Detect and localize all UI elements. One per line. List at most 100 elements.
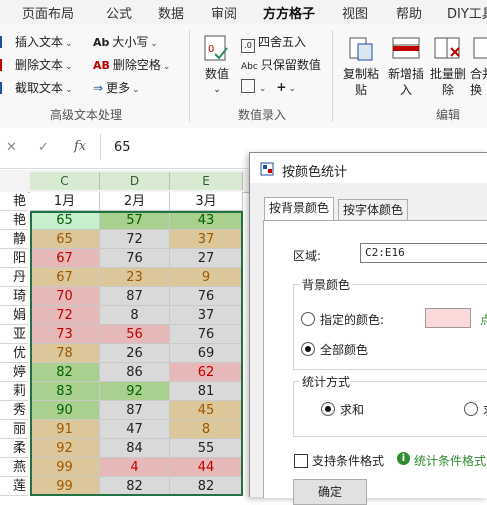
tab-page-layout[interactable]: 页面布局 (22, 3, 74, 22)
tab-formulas[interactable]: 公式 (106, 3, 132, 22)
cell-c-11[interactable]: 83 (30, 382, 100, 401)
support-cf-checkbox[interactable] (294, 454, 308, 468)
plus-icon[interactable]: + (276, 80, 286, 94)
cell-c-15[interactable]: 99 (30, 458, 100, 477)
tab-help[interactable]: 帮助 (396, 3, 422, 22)
cell-d-14[interactable]: 84 (100, 439, 170, 458)
insert-text-button[interactable]: 插入文本 ⌄ (0, 33, 73, 50)
row-name-cell[interactable]: 燕 (0, 458, 28, 477)
keep-value-button[interactable]: Abc 只保留数值 (241, 56, 321, 73)
more-button[interactable]: ⇒ 更多 ⌄ (93, 79, 140, 96)
formula-input[interactable]: 65 (114, 140, 131, 155)
ok-button[interactable]: 确定 (293, 479, 367, 505)
cell-d-7[interactable]: 8 (100, 306, 170, 325)
cell-e-13[interactable]: 8 (170, 420, 243, 439)
cell-d-6[interactable]: 87 (100, 287, 170, 306)
cell-d-13[interactable]: 47 (100, 420, 170, 439)
specified-color-radio[interactable] (301, 312, 315, 326)
cell-c-5[interactable]: 67 (30, 268, 100, 287)
cell-c-9[interactable]: 78 (30, 344, 100, 363)
delete-spaces-button[interactable]: AB 删除空格 ⌄ (93, 56, 170, 73)
cell-c-8[interactable]: 73 (30, 325, 100, 344)
column-header-e[interactable]: E (170, 172, 243, 190)
tab-ffgz[interactable]: 方方格子 (263, 3, 316, 26)
cell-d-2[interactable]: 57 (100, 211, 170, 230)
tab-data[interactable]: 数据 (158, 3, 184, 22)
row-name-cell[interactable]: 柔 (0, 439, 28, 458)
cell-c-7[interactable]: 72 (30, 306, 100, 325)
round-button[interactable]: .0 四舍五入 (241, 33, 306, 53)
color-swatch[interactable] (425, 308, 471, 328)
cell-e-4[interactable]: 27 (170, 249, 243, 268)
row-name-cell[interactable]: 秀 (0, 401, 28, 420)
cell-d-4[interactable]: 76 (100, 249, 170, 268)
cell-d-12[interactable]: 87 (100, 401, 170, 420)
cell-d-3[interactable]: 72 (100, 230, 170, 249)
all-colors-radio[interactable] (301, 342, 315, 356)
row-name-cell[interactable]: 亚 (0, 325, 28, 344)
cell-c-3[interactable]: 65 (30, 230, 100, 249)
cell-e-2[interactable]: 43 (170, 211, 243, 230)
chevron-down-icon[interactable]: ⌄ (288, 84, 296, 94)
cell-e-10[interactable]: 62 (170, 363, 243, 382)
count-radio[interactable] (464, 402, 478, 416)
cell-e-8[interactable]: 76 (170, 325, 243, 344)
row-name-cell[interactable]: 娟 (0, 306, 28, 325)
cell-c-10[interactable]: 82 (30, 363, 100, 382)
cell-e-9[interactable]: 69 (170, 344, 243, 363)
row-name-cell[interactable]: 婷 (0, 363, 28, 382)
cell-e-14[interactable]: 55 (170, 439, 243, 458)
cell-d-1[interactable]: 2月 (100, 192, 170, 211)
cell-e-12[interactable]: 45 (170, 401, 243, 420)
batch-delete-button[interactable]: 批量删除 (428, 32, 468, 104)
cell-d-15[interactable]: 4 (100, 458, 170, 477)
cell-c-12[interactable]: 90 (30, 401, 100, 420)
cell-d-5[interactable]: 23 (100, 268, 170, 287)
row-name-cell[interactable]: 琦 (0, 287, 28, 306)
pick-color-link[interactable]: 点 (480, 311, 487, 328)
tab-diy-tools[interactable]: DIY工具 (447, 3, 487, 22)
tab-by-background-color[interactable]: 按背景颜色 (264, 197, 335, 221)
copy-paste-button[interactable]: 复制粘贴 (342, 32, 380, 104)
value-button[interactable]: 0 数值 ⌄ (200, 32, 234, 104)
column-header-d[interactable]: D (100, 172, 170, 190)
new-insert-button[interactable]: 新增插入 (386, 32, 426, 104)
cell-c-2[interactable]: 65 (30, 211, 100, 230)
sum-radio[interactable] (321, 402, 335, 416)
case-button[interactable]: Ab 大小写 ⌄ (93, 33, 158, 50)
cell-e-7[interactable]: 37 (170, 306, 243, 325)
chevron-down-icon[interactable]: ⌄ (259, 84, 267, 94)
edit-pen-icon[interactable] (241, 79, 255, 93)
row-name-cell[interactable]: 丽 (0, 420, 28, 439)
cell-c-14[interactable]: 92 (30, 439, 100, 458)
row-name-cell[interactable]: 莉 (0, 382, 28, 401)
row-name-cell[interactable]: 艳 (0, 192, 28, 211)
cell-d-8[interactable]: 56 (100, 325, 170, 344)
tab-review[interactable]: 审阅 (211, 3, 237, 22)
cut-text-button[interactable]: 截取文本 ⌄ (0, 79, 73, 96)
tab-by-font-color[interactable]: 按字体颜色 (338, 199, 409, 220)
cell-e-1[interactable]: 3月 (170, 192, 243, 211)
row-name-cell[interactable]: 阳 (0, 249, 28, 268)
cell-d-11[interactable]: 92 (100, 382, 170, 401)
range-input[interactable]: C2:E16 (360, 243, 487, 263)
cell-e-5[interactable]: 9 (170, 268, 243, 287)
row-name-cell[interactable]: 丹 (0, 268, 28, 287)
row-name-cell[interactable]: 莲 (0, 477, 28, 496)
merge-transform-button[interactable]: 合并转换 (470, 32, 487, 104)
column-header-c[interactable]: C (30, 172, 100, 190)
function-icon[interactable]: fx (74, 139, 86, 154)
cell-e-3[interactable]: 37 (170, 230, 243, 249)
cell-c-13[interactable]: 91 (30, 420, 100, 439)
tab-view[interactable]: 视图 (342, 3, 368, 22)
cell-d-10[interactable]: 86 (100, 363, 170, 382)
row-name-cell[interactable]: 优 (0, 344, 28, 363)
confirm-icon[interactable]: ✓ (38, 140, 49, 155)
cell-e-11[interactable]: 81 (170, 382, 243, 401)
cell-c-6[interactable]: 70 (30, 287, 100, 306)
row-name-cell[interactable]: 艳 (0, 211, 28, 230)
cell-c-16[interactable]: 99 (30, 477, 100, 496)
cancel-icon[interactable]: ✕ (6, 140, 17, 155)
cell-e-6[interactable]: 76 (170, 287, 243, 306)
cell-c-1[interactable]: 1月 (30, 192, 100, 211)
